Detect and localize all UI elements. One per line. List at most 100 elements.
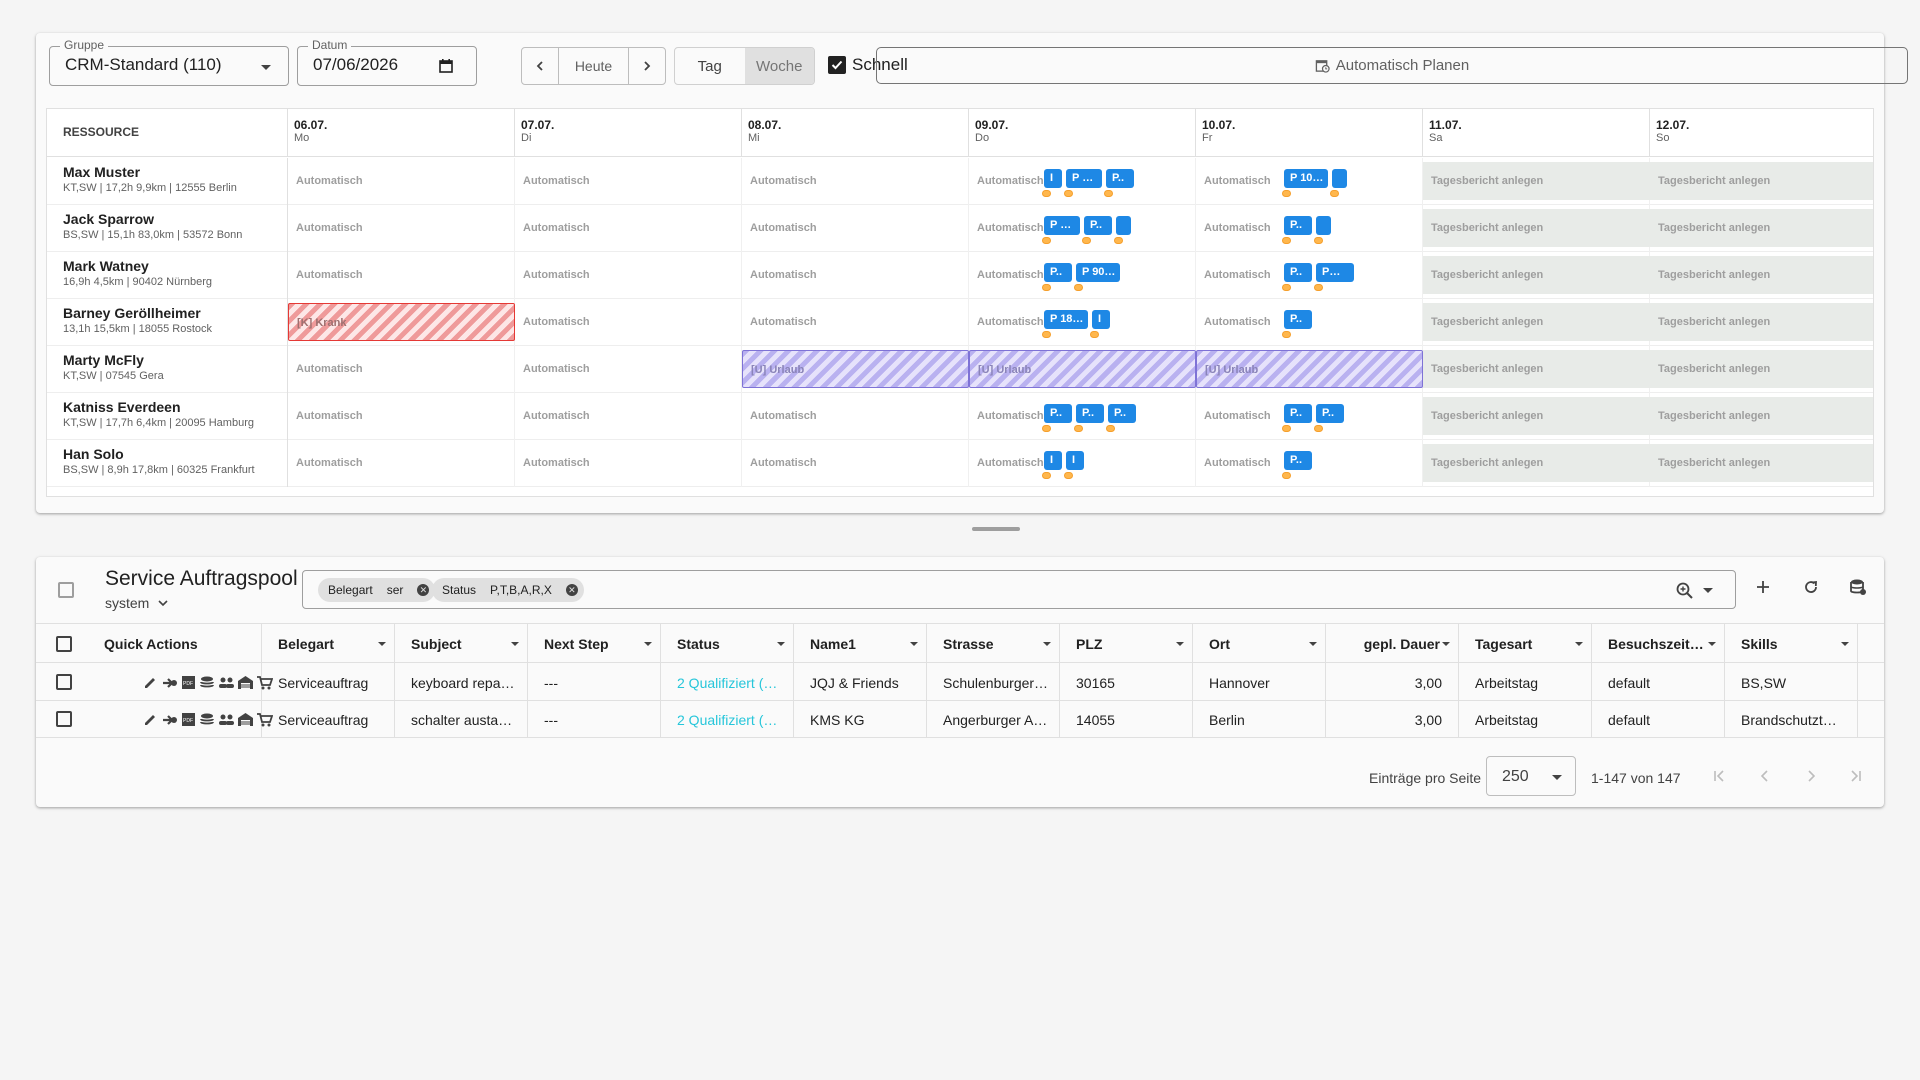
weekend-slot[interactable]: Tagesbericht anlegen — [1423, 303, 1650, 341]
resource-cell[interactable]: Jack Sparrow BS,SW | 15,1h 83,0km | 53572… — [47, 205, 288, 252]
weekend-slot[interactable]: Tagesbericht anlegen — [1650, 209, 1873, 247]
day-cell[interactable]: Automatisch P … P.. — [969, 205, 1196, 252]
people-icon[interactable] — [218, 674, 235, 691]
appointment-block[interactable]: P.. — [1084, 216, 1112, 235]
people-icon[interactable] — [218, 711, 235, 728]
day-cell[interactable]: Automatisch P.. — [1196, 440, 1423, 487]
appointment-block[interactable] — [1116, 216, 1131, 235]
day-cell[interactable]: Automatisch — [742, 299, 969, 346]
day-cell[interactable]: Tagesbericht anlegen — [1650, 393, 1873, 440]
weekend-slot[interactable]: Tagesbericht anlegen — [1423, 209, 1650, 247]
prev-button[interactable] — [522, 48, 558, 84]
day-cell[interactable]: Automatisch — [515, 393, 742, 440]
day-cell[interactable]: Tagesbericht anlegen — [1650, 158, 1873, 205]
appointment-block[interactable]: P 18… — [1044, 310, 1088, 329]
day-cell[interactable]: Tagesbericht anlegen — [1423, 205, 1650, 252]
pdf-icon[interactable]: PDF — [180, 711, 197, 728]
sort-caret-icon[interactable] — [1708, 642, 1716, 646]
column-header[interactable]: Besuchszeit… — [1592, 624, 1725, 664]
pencil-icon[interactable] — [142, 711, 159, 728]
resource-cell[interactable]: Katniss Everdeen KT,SW | 17,7h 6,4km | 20… — [47, 393, 288, 440]
weekend-slot[interactable]: Tagesbericht anlegen — [1423, 256, 1650, 294]
caret-down-icon[interactable] — [1703, 588, 1713, 593]
day-cell[interactable]: Automatisch P 10… — [1196, 158, 1423, 205]
day-cell[interactable]: Automatisch — [515, 440, 742, 487]
warehouse-icon[interactable] — [237, 711, 254, 728]
appointment-block[interactable]: P.. — [1284, 310, 1312, 329]
appointment-block[interactable]: I — [1044, 451, 1062, 470]
day-cell[interactable]: Tagesbericht anlegen — [1423, 393, 1650, 440]
day-cell[interactable]: Automatisch P 18… I — [969, 299, 1196, 346]
sort-caret-icon[interactable] — [1442, 642, 1450, 646]
weekend-slot[interactable]: Tagesbericht anlegen — [1423, 350, 1650, 388]
weekend-slot[interactable]: Tagesbericht anlegen — [1650, 303, 1873, 341]
column-header[interactable]: Belegart — [262, 624, 395, 664]
appointment-block[interactable]: P.. — [1044, 404, 1072, 423]
pdf-icon[interactable]: PDF — [180, 674, 197, 691]
refresh-icon[interactable] — [1801, 577, 1821, 597]
resource-cell[interactable]: Marty McFly KT,SW | 07545 Gera — [47, 346, 288, 393]
resource-cell[interactable]: Han Solo BS,SW | 8,9h 17,8km | 60325 Fran… — [47, 440, 288, 487]
day-cell[interactable]: Automatisch — [742, 158, 969, 205]
weekend-slot[interactable]: Tagesbericht anlegen — [1423, 444, 1650, 482]
move-icon[interactable] — [161, 711, 178, 728]
day-cell[interactable]: Automatisch — [288, 393, 515, 440]
day-cell[interactable]: Tagesbericht anlegen — [1650, 205, 1873, 252]
day-cell[interactable]: Automatisch — [288, 440, 515, 487]
weekend-slot[interactable]: Tagesbericht anlegen — [1423, 397, 1650, 435]
view-selector[interactable]: system — [105, 595, 169, 611]
day-cell[interactable]: [U] Urlaub — [1196, 346, 1423, 393]
prev-page-icon[interactable] — [1757, 768, 1773, 784]
day-cell[interactable]: [U] Urlaub — [742, 346, 969, 393]
sort-caret-icon[interactable] — [378, 642, 386, 646]
column-header[interactable]: gepl. Dauer — [1326, 624, 1459, 664]
weekend-slot[interactable]: Tagesbericht anlegen — [1423, 162, 1650, 200]
day-cell[interactable]: Automatisch — [742, 440, 969, 487]
filter-chip-belegart[interactable]: Belegart ser ✕ — [318, 578, 436, 602]
resource-cell[interactable]: Barney Geröllheimer 13,1h 15,5km | 18055 … — [47, 299, 288, 346]
day-cell[interactable]: Automatisch — [515, 299, 742, 346]
absence-urlaub[interactable]: [U] Urlaub — [742, 350, 969, 388]
sort-caret-icon[interactable] — [1043, 642, 1051, 646]
absence-krank[interactable]: [K] Krank — [288, 303, 515, 341]
day-cell[interactable]: Tagesbericht anlegen — [1423, 346, 1650, 393]
day-cell[interactable]: Tagesbericht anlegen — [1650, 440, 1873, 487]
email-stack-icon[interactable] — [199, 674, 216, 691]
day-cell[interactable]: [U] Urlaub — [969, 346, 1196, 393]
column-header[interactable]: Quick Actions — [88, 624, 262, 664]
day-cell[interactable]: Tagesbericht anlegen — [1423, 158, 1650, 205]
appointment-block[interactable]: I — [1092, 310, 1110, 329]
day-cell[interactable]: [K] Krank — [288, 299, 515, 346]
day-cell[interactable]: Automatisch — [742, 252, 969, 299]
column-header[interactable]: Next Step — [528, 624, 661, 664]
day-cell[interactable]: Automatisch P.. — [1196, 299, 1423, 346]
column-header[interactable]: Skills — [1725, 624, 1858, 664]
column-header[interactable]: Status — [661, 624, 794, 664]
move-icon[interactable] — [161, 674, 178, 691]
day-cell[interactable]: Automatisch — [515, 252, 742, 299]
day-cell[interactable]: Automatisch P.. — [1196, 205, 1423, 252]
day-cell[interactable]: Tagesbericht anlegen — [1650, 252, 1873, 299]
appointment-block[interactable]: P.. — [1284, 451, 1312, 470]
day-cell[interactable]: Automatisch — [288, 252, 515, 299]
add-icon[interactable] — [1753, 577, 1773, 597]
view-woche-button[interactable]: Woche — [744, 48, 814, 84]
horizontal-scroll-handle[interactable] — [972, 527, 1020, 531]
next-button[interactable] — [629, 48, 665, 84]
chip-close-icon[interactable]: ✕ — [565, 584, 578, 596]
column-header[interactable]: Strasse — [927, 624, 1060, 664]
calendar-icon[interactable] — [438, 58, 454, 74]
appointment-block[interactable]: P.. — [1108, 404, 1136, 423]
sort-caret-icon[interactable] — [511, 642, 519, 646]
column-header[interactable]: Subject — [395, 624, 528, 664]
table-row[interactable]: PDF Serviceauftrag keyboard repa… --- 2 Qual… — [36, 664, 1884, 701]
row-checkbox[interactable] — [56, 711, 72, 727]
day-cell[interactable]: Automatisch — [515, 346, 742, 393]
weekend-slot[interactable]: Tagesbericht anlegen — [1650, 397, 1873, 435]
day-cell[interactable]: Automatisch — [515, 205, 742, 252]
absence-urlaub[interactable]: [U] Urlaub — [969, 350, 1196, 388]
appointment-block[interactable]: P … — [1066, 169, 1102, 188]
weekend-slot[interactable]: Tagesbericht anlegen — [1650, 444, 1873, 482]
appointment-block[interactable]: P … — [1044, 216, 1080, 235]
day-cell[interactable]: Automatisch — [742, 393, 969, 440]
